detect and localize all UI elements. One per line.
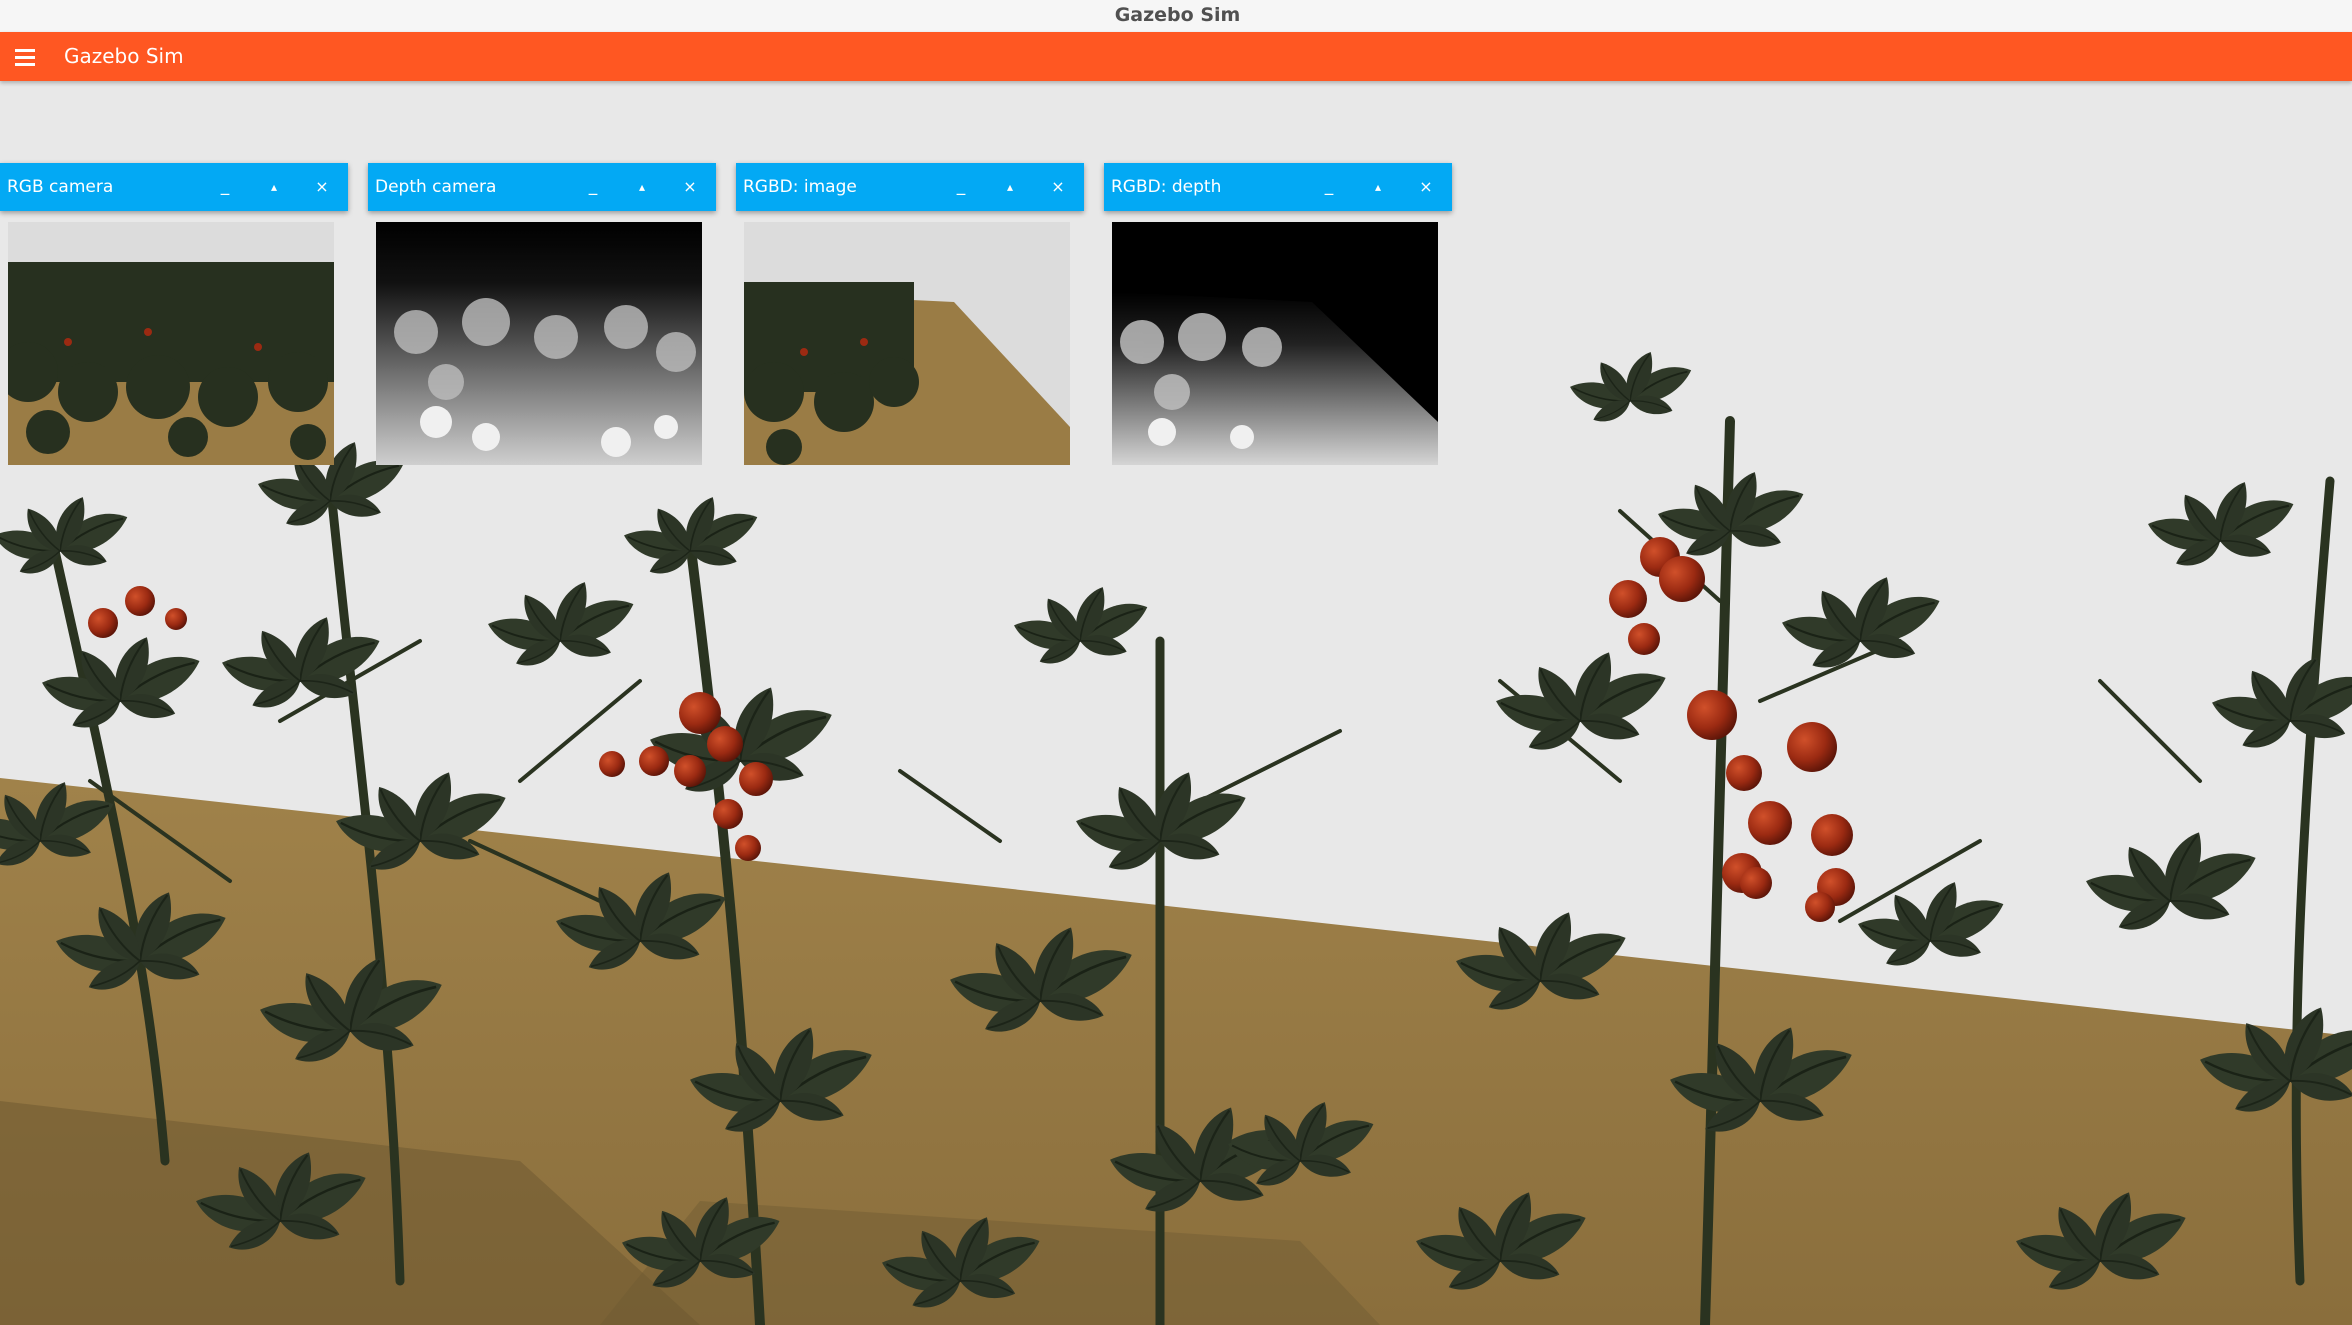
window-title: Gazebo Sim	[1114, 4, 1241, 26]
panel-header[interactable]: RGB camera _ ▴ ×	[0, 163, 348, 211]
minimize-icon[interactable]: _	[1313, 171, 1345, 203]
app-title: Gazebo Sim	[64, 44, 184, 68]
float-icon[interactable]: ▴	[1362, 171, 1394, 203]
panel-header[interactable]: RGBD: depth _ ▴ ×	[1104, 163, 1452, 211]
minimize-icon[interactable]: _	[209, 171, 241, 203]
rgb-camera-panel: RGB camera _ ▴ ×	[0, 163, 348, 469]
float-icon[interactable]: ▴	[626, 171, 658, 203]
depth-camera-panel: Depth camera _ ▴ ×	[368, 163, 716, 469]
3d-scene-viewport[interactable]: RGB camera _ ▴ × Depth camera _ ▴ × RGBD…	[0, 81, 2352, 1325]
close-icon[interactable]: ×	[674, 171, 706, 203]
panel-title: RGBD: image	[743, 177, 857, 197]
minimize-icon[interactable]: _	[945, 171, 977, 203]
rgb-camera-image	[8, 222, 334, 465]
close-icon[interactable]: ×	[306, 171, 338, 203]
close-icon[interactable]: ×	[1042, 171, 1074, 203]
rgbd-image	[744, 222, 1070, 465]
rgbd-image-panel: RGBD: image _ ▴ ×	[736, 163, 1084, 469]
rgbd-depth-panel: RGBD: depth _ ▴ ×	[1104, 163, 1452, 469]
float-icon[interactable]: ▴	[258, 171, 290, 203]
float-icon[interactable]: ▴	[994, 171, 1026, 203]
depth-camera-image	[376, 222, 702, 465]
panel-title: RGBD: depth	[1111, 177, 1222, 197]
minimize-icon[interactable]: _	[577, 171, 609, 203]
app-bar: Gazebo Sim	[0, 32, 2352, 81]
panel-title: Depth camera	[375, 177, 497, 197]
panel-header[interactable]: RGBD: image _ ▴ ×	[736, 163, 1084, 211]
window-title-bar: Gazebo Sim	[0, 0, 2352, 33]
rgbd-depth-image	[1112, 222, 1438, 465]
panel-title: RGB camera	[7, 177, 114, 197]
close-icon[interactable]: ×	[1410, 171, 1442, 203]
hamburger-menu-icon[interactable]	[8, 40, 42, 74]
panel-header[interactable]: Depth camera _ ▴ ×	[368, 163, 716, 211]
